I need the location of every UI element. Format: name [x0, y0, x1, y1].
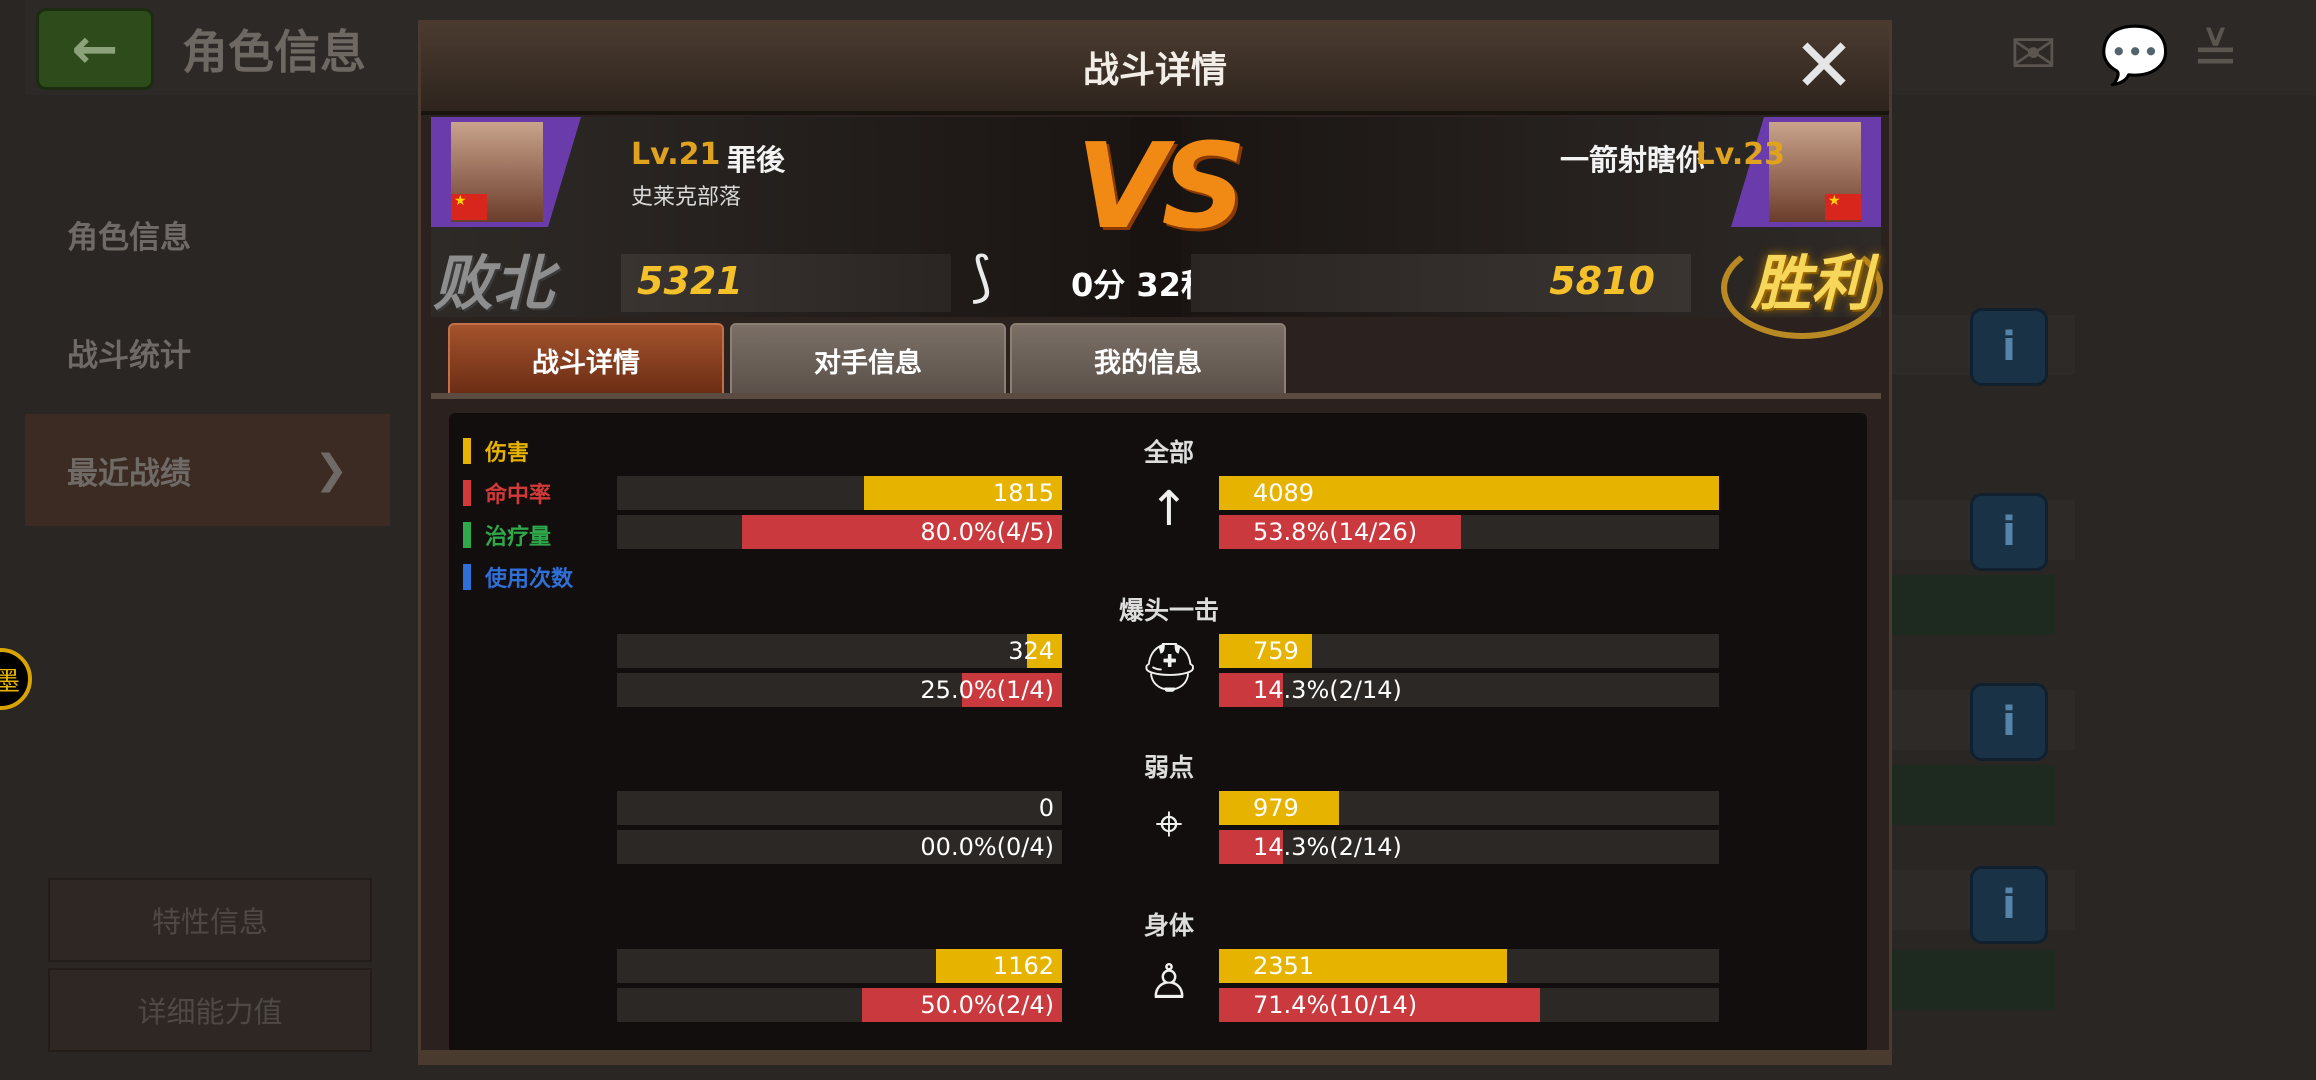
legend-swatch — [463, 522, 471, 548]
hit-value-right: 53.8%(14/26) — [1253, 518, 1418, 546]
damage-value-left: 1815 — [992, 479, 1054, 507]
chat-icon[interactable]: 💬 — [2100, 22, 2170, 88]
hit-value-left: 00.0%(0/4) — [920, 833, 1054, 861]
crosshair-icon: ⌖ — [1155, 796, 1183, 852]
body-icon: ♙ — [1147, 954, 1191, 1010]
chevron-right-icon: ❯ — [314, 447, 348, 493]
section-title: 爆头一击 — [1118, 596, 1219, 625]
left-player-score: 5321 — [637, 259, 743, 303]
arrow-icon: ↑ — [1148, 481, 1190, 537]
floating-badge[interactable]: 墨 — [0, 648, 32, 710]
section-title: 弱点 — [1143, 753, 1194, 782]
tab-my-info[interactable]: 我的信息 — [1010, 323, 1286, 397]
legend-swatch — [463, 564, 471, 590]
damage-value-left: 324 — [1008, 637, 1054, 665]
back-arrow-icon: ← — [71, 16, 119, 82]
flag-icon — [1825, 193, 1861, 220]
hit-value-left: 80.0%(4/5) — [920, 518, 1054, 546]
info-icon: i — [2002, 324, 2016, 370]
info-icon: i — [2002, 699, 2016, 745]
legend-hit-rate: 命中率 — [463, 477, 551, 509]
collapse-icon[interactable]: ≚ — [2192, 22, 2239, 87]
tab-divider — [431, 393, 1881, 399]
tab-battle-details[interactable]: 战斗详情 — [448, 323, 724, 397]
record-row — [1880, 575, 2055, 635]
hit-value-left: 25.0%(1/4) — [920, 676, 1054, 704]
close-button[interactable]: ✕ — [1789, 23, 1859, 109]
detailed-stats-button[interactable]: 详细能力值 — [48, 968, 372, 1052]
damage-value-right: 759 — [1253, 637, 1299, 665]
players-banner: Lv.21 罪後 史莱克部落 5321 败北 ⟆ VS 0分 32秒 ⤧ 一箭射… — [431, 117, 1883, 339]
close-icon: ✕ — [1792, 23, 1855, 109]
sidebar-item-battle-stats[interactable]: 战斗统计 — [25, 296, 390, 408]
section-title: 全部 — [1143, 438, 1194, 467]
legend-swatch — [463, 480, 471, 506]
battle-detail-dialog: 战斗详情 ✕ Lv.21 罪後 史莱克部落 5321 败北 ⟆ VS 0分 32… — [418, 20, 1892, 1065]
back-button[interactable]: ← — [36, 8, 154, 90]
info-button[interactable]: i — [1970, 683, 2048, 761]
info-icon: i — [2002, 882, 2016, 928]
badge-label: 墨 — [0, 666, 20, 697]
right-player-level: Lv.23 — [1695, 137, 1785, 172]
section-title: 身体 — [1143, 911, 1194, 940]
damage-value-right: 4089 — [1253, 479, 1315, 507]
legend-healing: 治疗量 — [463, 519, 551, 551]
sidebar-item-label: 最近战绩 — [67, 455, 191, 492]
left-player-guild: 史莱克部落 — [631, 185, 742, 210]
dialog-bottom-edge — [421, 1050, 1889, 1062]
damage-value-left: 1162 — [992, 952, 1054, 980]
hit-value-right: 14.3%(2/14) — [1253, 676, 1402, 704]
right-player-name: 一箭射瞎你 — [1559, 143, 1705, 177]
legend-use-count: 使用次数 — [463, 561, 573, 593]
hit-value-right: 71.4%(10/14) — [1253, 991, 1418, 1019]
helmet-icon: ⛑ — [1139, 640, 1200, 696]
damage-value-left: 0 — [1038, 794, 1054, 822]
sidebar-item-recent-records[interactable]: 最近战绩 ❯ — [25, 414, 390, 526]
mail-icon[interactable]: ✉ — [2010, 22, 2057, 87]
info-icon: i — [2002, 509, 2016, 555]
flag-icon — [451, 193, 487, 220]
sidebar-item-label: 战斗统计 — [67, 337, 191, 374]
dialog-header: 战斗详情 ✕ — [421, 23, 1889, 115]
left-avatar[interactable] — [451, 122, 543, 222]
record-row — [1880, 765, 2055, 825]
tab-opponent-info[interactable]: 对手信息 — [730, 323, 1006, 397]
info-button[interactable]: i — [1970, 493, 2048, 571]
sidebar-item-label: 角色信息 — [67, 219, 191, 256]
legend-label: 治疗量 — [485, 525, 552, 550]
dialog-title: 战斗详情 — [1082, 50, 1227, 91]
info-button[interactable]: i — [1970, 308, 2048, 386]
left-player-name: 罪後 — [727, 143, 786, 177]
legend-damage: 伤害 — [463, 435, 529, 467]
right-player-score: 5810 — [1549, 259, 1655, 303]
vs-label: VS — [1076, 117, 1246, 255]
legend-label: 伤害 — [485, 441, 530, 466]
left-result-defeat: 败北 — [433, 249, 553, 319]
record-row — [1880, 950, 2055, 1010]
info-button[interactable]: i — [1970, 866, 2048, 944]
sidebar-item-role-info[interactable]: 角色信息 — [25, 178, 390, 290]
legend-swatch — [463, 438, 471, 464]
stats-panel: 伤害 命中率 治疗量 使用次数 全部 1815 80.0%(4/5) 4089 53.8… — [449, 413, 1867, 1053]
hit-value-right: 14.3%(2/14) — [1253, 833, 1402, 861]
legend-label: 使用次数 — [485, 567, 574, 592]
page-title: 角色信息 — [182, 25, 366, 79]
damage-value-right: 2351 — [1253, 952, 1315, 980]
legend-label: 命中率 — [485, 483, 552, 508]
damage-value-right: 979 — [1253, 794, 1299, 822]
bow-icon: ⟆ — [971, 245, 993, 308]
right-result-victory: 胜利 — [1751, 249, 1871, 319]
traits-info-button[interactable]: 特性信息 — [48, 878, 372, 962]
left-player-level: Lv.21 — [631, 137, 721, 172]
hit-value-left: 50.0%(2/4) — [920, 991, 1054, 1019]
